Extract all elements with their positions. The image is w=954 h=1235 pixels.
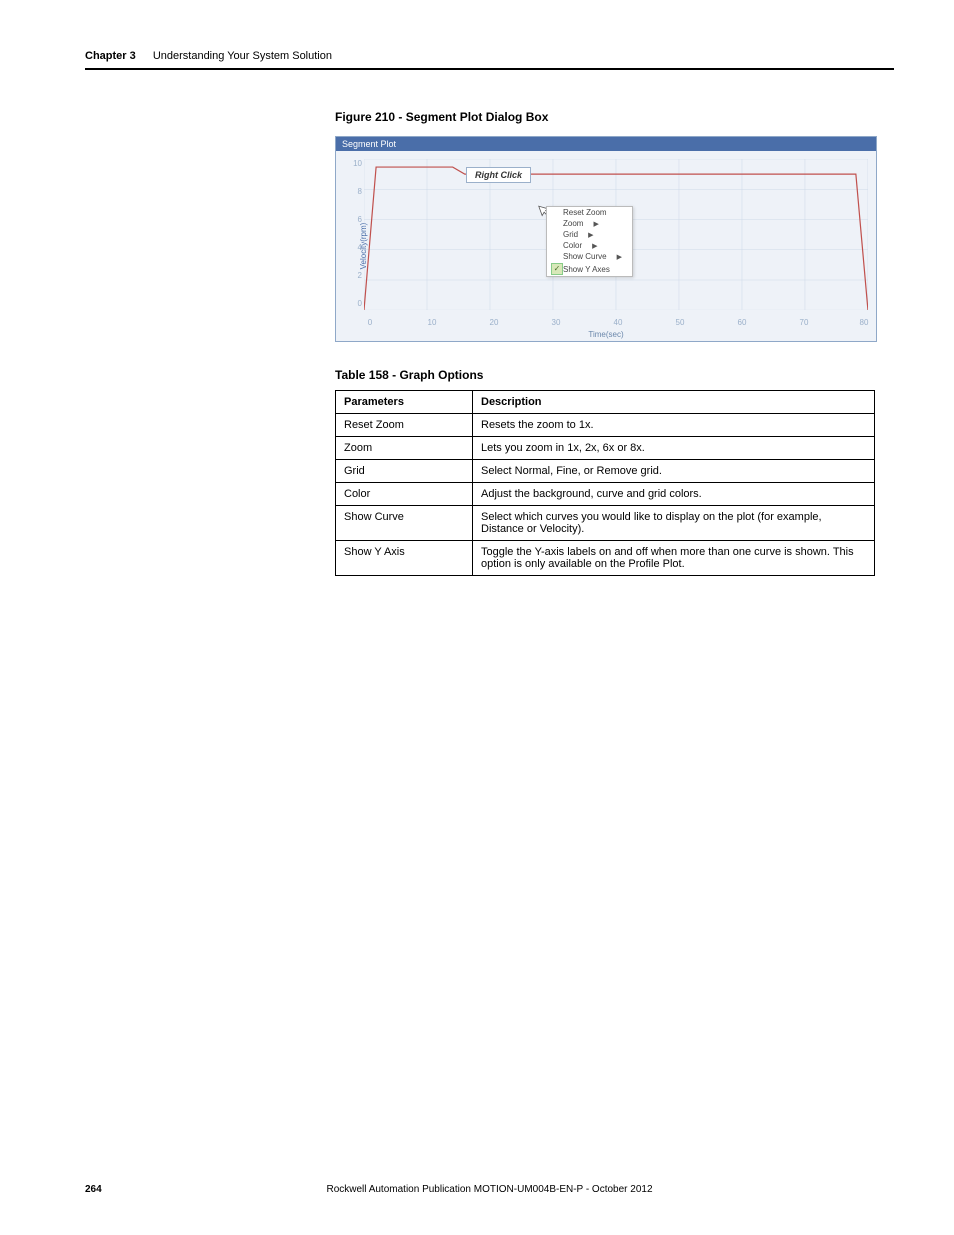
menu-label: Reset Zoom <box>563 208 607 217</box>
param-cell: Reset Zoom <box>336 414 473 437</box>
col-parameters: Parameters <box>336 391 473 414</box>
publication-info: Rockwell Automation Publication MOTION-U… <box>85 1184 894 1195</box>
param-cell: Show Y Axis <box>336 541 473 576</box>
context-menu: Reset Zoom Zoom ▶ Grid ▶ Color <box>546 206 633 277</box>
menu-color[interactable]: Color ▶ <box>547 240 632 251</box>
x-tick: 10 <box>428 318 437 327</box>
menu-label: Color <box>563 241 582 250</box>
submenu-arrow-icon: ▶ <box>588 231 593 239</box>
y-tick: 8 <box>350 187 362 196</box>
desc-cell: Select Normal, Fine, or Remove grid. <box>473 460 875 483</box>
menu-label: Grid <box>563 230 578 239</box>
x-tick: 0 <box>368 318 372 327</box>
header-rule <box>85 68 894 70</box>
x-axis-label: Time(sec) <box>588 330 623 339</box>
menu-label: Show Curve <box>563 252 607 261</box>
table-row: Show Curve Select which curves you would… <box>336 506 875 541</box>
table-header-row: Parameters Description <box>336 391 875 414</box>
menu-show-y-axes[interactable]: ✓ Show Y Axes <box>547 262 632 276</box>
page-footer: 264 Rockwell Automation Publication MOTI… <box>85 1184 894 1195</box>
param-cell: Show Curve <box>336 506 473 541</box>
page: Chapter 3 Understanding Your System Solu… <box>0 0 954 1235</box>
segment-plot-dialog: Segment Plot Velocity(rpm) 10 8 6 4 2 0 … <box>335 136 877 342</box>
desc-cell: Toggle the Y-axis labels on and off when… <box>473 541 875 576</box>
chart-area[interactable]: Velocity(rpm) 10 8 6 4 2 0 0 10 20 30 40… <box>336 151 876 341</box>
desc-cell: Select which curves you would like to di… <box>473 506 875 541</box>
chapter-label: Chapter 3 <box>85 50 136 62</box>
desc-cell: Lets you zoom in 1x, 2x, 6x or 8x. <box>473 437 875 460</box>
menu-grid[interactable]: Grid ▶ <box>547 229 632 240</box>
page-header: Chapter 3 Understanding Your System Solu… <box>85 50 894 62</box>
x-tick: 30 <box>552 318 561 327</box>
col-description: Description <box>473 391 875 414</box>
desc-cell: Resets the zoom to 1x. <box>473 414 875 437</box>
submenu-arrow-icon: ▶ <box>592 242 597 250</box>
desc-cell: Adjust the background, curve and grid co… <box>473 483 875 506</box>
submenu-arrow-icon: ▶ <box>593 220 598 228</box>
x-tick: 50 <box>676 318 685 327</box>
figure-caption: Figure 210 - Segment Plot Dialog Box <box>335 110 894 124</box>
table-row: Show Y Axis Toggle the Y-axis labels on … <box>336 541 875 576</box>
x-tick: 60 <box>738 318 747 327</box>
checkbox-checked-icon: ✓ <box>551 263 563 275</box>
y-tick: 2 <box>350 271 362 280</box>
right-click-callout: Right Click <box>466 167 531 183</box>
chapter-title: Understanding Your System Solution <box>153 50 332 62</box>
menu-show-curve[interactable]: Show Curve ▶ <box>547 251 632 262</box>
table-row: Grid Select Normal, Fine, or Remove grid… <box>336 460 875 483</box>
x-tick: 70 <box>800 318 809 327</box>
table-caption: Table 158 - Graph Options <box>335 368 894 382</box>
table-row: Reset Zoom Resets the zoom to 1x. <box>336 414 875 437</box>
y-tick: 0 <box>350 299 362 308</box>
page-number: 264 <box>85 1184 102 1195</box>
x-tick: 40 <box>614 318 623 327</box>
param-cell: Zoom <box>336 437 473 460</box>
y-tick: 4 <box>350 243 362 252</box>
menu-label: Show Y Axes <box>563 265 610 274</box>
submenu-arrow-icon: ▶ <box>617 253 622 261</box>
x-tick: 80 <box>860 318 869 327</box>
table-row: Zoom Lets you zoom in 1x, 2x, 6x or 8x. <box>336 437 875 460</box>
menu-zoom[interactable]: Zoom ▶ <box>547 218 632 229</box>
graph-options-table: Parameters Description Reset Zoom Resets… <box>335 390 875 576</box>
y-tick: 10 <box>350 159 362 168</box>
table-row: Color Adjust the background, curve and g… <box>336 483 875 506</box>
dialog-title: Segment Plot <box>336 137 876 151</box>
y-tick: 6 <box>350 215 362 224</box>
param-cell: Grid <box>336 460 473 483</box>
x-tick: 20 <box>490 318 499 327</box>
param-cell: Color <box>336 483 473 506</box>
menu-label: Zoom <box>563 219 583 228</box>
content: Figure 210 - Segment Plot Dialog Box Seg… <box>335 110 894 576</box>
menu-reset-zoom[interactable]: Reset Zoom <box>547 207 632 218</box>
